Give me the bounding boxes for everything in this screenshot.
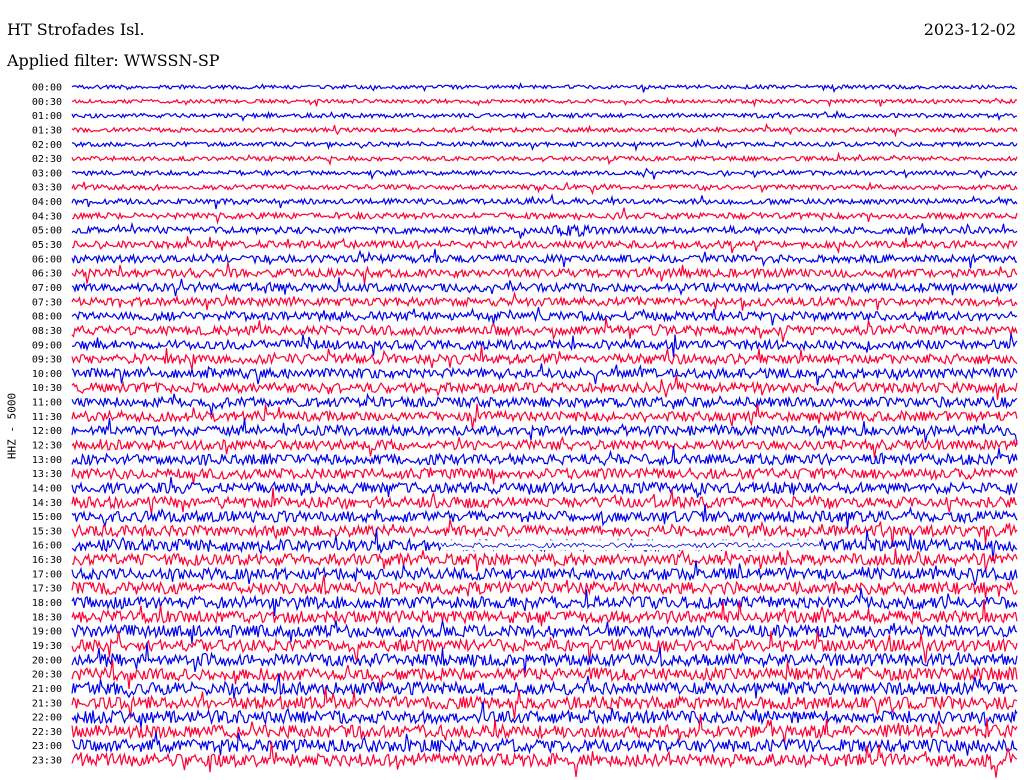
- time-label: 11:30: [32, 412, 62, 423]
- time-label: 03:00: [32, 168, 62, 179]
- time-label: 12:30: [32, 441, 62, 452]
- time-label: 03:30: [32, 183, 62, 194]
- trace-row-0400: [71, 192, 1018, 210]
- trace-row-0230: [71, 151, 1018, 166]
- trace-row-1130: [71, 403, 1018, 430]
- trace-row-1200: [71, 418, 1018, 445]
- trace-row-0830: [71, 317, 1018, 343]
- trace-row-0030: [71, 96, 1018, 108]
- time-label: 22:00: [32, 713, 62, 724]
- time-label: 02:00: [32, 140, 62, 151]
- time-label: 09:30: [32, 355, 62, 366]
- trace-row-0000: [71, 82, 1018, 94]
- time-label: 20:00: [32, 655, 62, 666]
- trace-row-0100: [71, 109, 1017, 122]
- time-label: 16:00: [32, 541, 62, 552]
- time-label: 15:30: [32, 526, 62, 537]
- trace-row-0330: [71, 181, 1018, 196]
- time-label: 16:30: [32, 555, 62, 566]
- trace-row-1000: [71, 363, 1018, 386]
- time-label: 20:30: [32, 670, 62, 681]
- time-label: 12:00: [32, 426, 62, 437]
- trace-row-0300: [71, 167, 1018, 181]
- time-label: 23:30: [32, 756, 62, 767]
- trace-row-0800: [71, 306, 1018, 326]
- time-label: 18:00: [32, 598, 62, 609]
- time-label-layer: 00:00 00:30 01:00 01:30 02:00 02:30 03:00 03:30…: [32, 83, 62, 767]
- time-label: 15:00: [32, 512, 62, 523]
- trace-row-1500: [71, 504, 1018, 529]
- helicorder-chart: 00:00 00:30 01:00 01:30 02:00 02:30 03:00 03:30…: [32, 82, 1018, 778]
- trace-row-0930: [71, 345, 1018, 371]
- trace-layer: [71, 82, 1018, 778]
- time-label: 00:30: [32, 97, 62, 108]
- time-label: 14:30: [32, 498, 62, 509]
- time-label: 09:00: [32, 340, 62, 351]
- time-label: 13:00: [32, 455, 62, 466]
- trace-row-0630: [71, 262, 1018, 284]
- time-label: 06:30: [32, 269, 62, 280]
- quiet-layer: [440, 540, 820, 551]
- time-label: 01:00: [32, 111, 62, 122]
- time-label: 01:30: [32, 126, 62, 137]
- time-label: 14:00: [32, 484, 62, 495]
- time-label: 21:00: [32, 684, 62, 695]
- time-label: 07:00: [32, 283, 62, 294]
- time-label: 00:00: [32, 83, 62, 94]
- trace-row-0200: [71, 138, 1018, 153]
- time-label: 08:00: [32, 312, 62, 323]
- time-label: 17:00: [32, 569, 62, 580]
- trace-row-1400: [71, 476, 1018, 498]
- time-label: 06:00: [32, 254, 62, 265]
- trace-row-1230: [71, 435, 1018, 458]
- trace-row-1900: [71, 620, 1018, 644]
- time-label: 10:00: [32, 369, 62, 380]
- time-label: 17:30: [32, 584, 62, 595]
- time-label: 13:30: [32, 469, 62, 480]
- time-label: 23:00: [32, 741, 62, 752]
- time-label: 18:30: [32, 612, 62, 623]
- trace-row-0700: [71, 277, 1018, 297]
- trace-row-0900: [71, 333, 1018, 357]
- trace-row-0130: [71, 122, 1018, 138]
- time-label: 04:00: [32, 197, 62, 208]
- trace-row-1430: [71, 487, 1018, 515]
- time-label: 22:30: [32, 727, 62, 738]
- trace-row-0730: [71, 291, 1018, 311]
- time-label: 11:00: [32, 398, 62, 409]
- trace-row-1100: [71, 392, 1018, 416]
- time-label: 05:00: [32, 226, 62, 237]
- time-label: 02:30: [32, 154, 62, 165]
- trace-row-1030: [71, 374, 1018, 400]
- time-label: 19:30: [32, 641, 62, 652]
- time-label: 07:30: [32, 297, 62, 308]
- trace-row-0600: [71, 248, 1018, 269]
- trace-row-1700: [71, 560, 1018, 586]
- time-label: 21:30: [32, 698, 62, 709]
- trace-row-0530: [71, 236, 1018, 255]
- time-label: 04:30: [32, 211, 62, 222]
- trace-row-1730: [71, 574, 1018, 598]
- time-label: 05:30: [32, 240, 62, 251]
- trace-row-0430: [71, 207, 1018, 225]
- trace-row-0500: [71, 221, 1018, 239]
- trace-row-1330: [71, 466, 1018, 485]
- trace-row-2300: [71, 731, 1018, 756]
- time-label: 19:00: [32, 627, 62, 638]
- time-label: 08:30: [32, 326, 62, 337]
- time-label: 10:30: [32, 383, 62, 394]
